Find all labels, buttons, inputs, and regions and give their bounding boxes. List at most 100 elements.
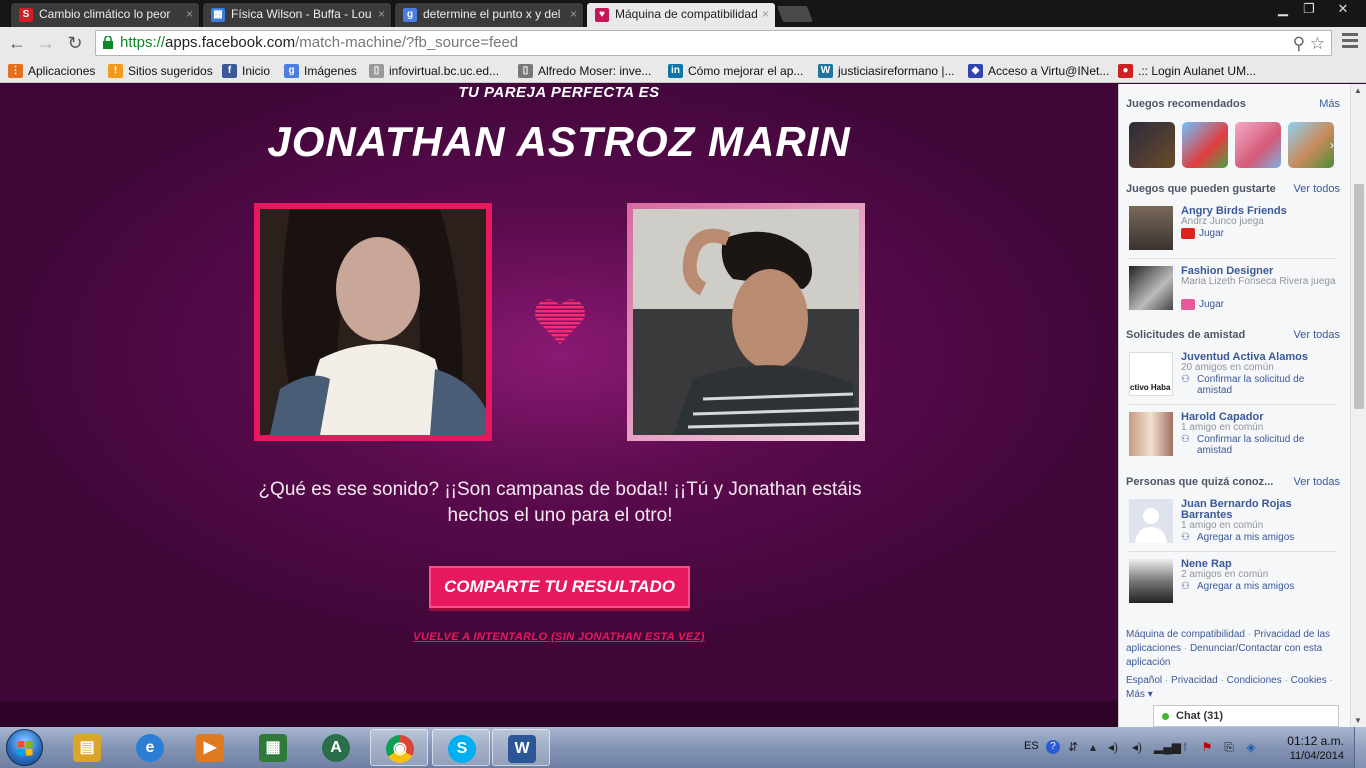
recommended-more-link[interactable]: Más	[1319, 98, 1340, 110]
game-thumb-4[interactable]	[1288, 122, 1334, 168]
taskbar-media-player[interactable]: ▶	[181, 729, 239, 766]
bookmark-alfredo-moser[interactable]: ▯ Alfredo Moser: inve...	[518, 63, 651, 79]
carousel-next-icon[interactable]: ›	[1330, 138, 1334, 152]
page-scrollbar[interactable]: ▲ ▼	[1350, 84, 1366, 727]
list-item[interactable]: Angry Birds Friends Andrz Junco juega Ju…	[1129, 206, 1339, 252]
bookmark-linkedin[interactable]: in Cómo mejorar el ap...	[668, 63, 803, 79]
play-link[interactable]: Jugar	[1181, 299, 1341, 310]
privacy-link[interactable]: Privacidad	[1171, 675, 1218, 686]
facebook-sidebar: Juegos recomendados Más ‹ › Juegos que p…	[1118, 84, 1350, 727]
avatar[interactable]: ctivo Haba	[1129, 352, 1173, 396]
scroll-thumb[interactable]	[1354, 184, 1364, 409]
taskbar-skype[interactable]: S	[432, 729, 490, 766]
taskbar-internet-explorer[interactable]: e	[121, 729, 179, 766]
close-icon[interactable]: ×	[570, 3, 577, 26]
language-indicator[interactable]: ES	[1024, 740, 1039, 752]
share-result-button[interactable]: COMPARTE TU RESULTADO	[429, 566, 690, 608]
taskbar-spreadsheet[interactable]: ▦	[244, 729, 302, 766]
help-icon[interactable]: ?	[1046, 740, 1060, 754]
usb-device-icon[interactable]: ⎘	[1222, 740, 1236, 754]
close-window-button[interactable]: ✕	[1326, 0, 1360, 20]
tray-arrows-icon[interactable]: ⇵	[1066, 740, 1080, 754]
address-bar[interactable]: https://apps.facebook.com/match-machine/…	[95, 30, 1332, 56]
language-link[interactable]: Español	[1126, 675, 1162, 686]
clock-date[interactable]: 11/04/2014	[1290, 750, 1344, 762]
carousel-prev-icon[interactable]: ‹	[1124, 138, 1128, 152]
taskbar-explorer[interactable]: ▤	[58, 729, 116, 766]
confirm-request-link[interactable]: ⚇ Confirmar la solicitud de amistad	[1181, 434, 1341, 456]
bookmark-label: .:: Login Aulanet UM...	[1138, 64, 1257, 78]
restore-button[interactable]: ❐	[1296, 0, 1322, 20]
start-button[interactable]	[6, 729, 43, 766]
bookmark-infovirtual[interactable]: ▯ infovirtual.bc.uc.ed...	[369, 63, 499, 79]
people-more-link[interactable]: Ver todas	[1294, 476, 1340, 488]
chat-bar[interactable]: Chat (31)	[1153, 705, 1339, 727]
bookmark-virtu-inet[interactable]: ◆ Acceso a Virtu@INet...	[968, 63, 1109, 79]
avatar[interactable]	[1129, 266, 1173, 310]
new-tab-button[interactable]	[777, 6, 813, 22]
play-link[interactable]: Jugar	[1181, 228, 1341, 239]
forward-icon[interactable]: →	[35, 32, 57, 54]
list-item[interactable]: Nene Rap 2 amigos en común ⚇ Agregar a m…	[1129, 559, 1339, 605]
retry-link[interactable]: VUELVE A INTENTARLO (SIN JONATHAN ESTA V…	[0, 631, 1118, 643]
terms-link[interactable]: Condiciones	[1227, 675, 1282, 686]
reload-icon[interactable]: ↻	[64, 32, 86, 54]
volume-icon[interactable]: ◂)	[1130, 740, 1144, 754]
cookies-link[interactable]: Cookies	[1291, 675, 1327, 686]
show-hidden-icons-icon[interactable]: ▴	[1086, 740, 1100, 754]
network-signal-icon[interactable]: ▂▄▆	[1154, 740, 1181, 754]
star-bookmark-icon[interactable]: ☆	[1310, 34, 1325, 53]
bookmark-imagenes[interactable]: g Imágenes	[284, 63, 357, 79]
list-item[interactable]: ctivo Haba Juventud Activa Alamos 20 ami…	[1129, 352, 1339, 398]
add-friend-link[interactable]: ⚇ Agregar a mis amigos	[1181, 581, 1341, 592]
avatar-text: ctivo Haba	[1130, 383, 1171, 392]
action-center-flag-icon[interactable]: ⚑	[1200, 740, 1214, 754]
bookmark-justicia[interactable]: Wjusticiasireformano |...	[818, 63, 955, 79]
close-icon[interactable]: ×	[378, 3, 385, 26]
avatar[interactable]	[1129, 206, 1173, 250]
more-link[interactable]: Más	[1126, 689, 1145, 700]
browser-tab-3[interactable]: g determine el punto x y del ×	[394, 2, 584, 27]
media-player-icon: ▶	[196, 734, 224, 762]
chrome-menu-icon[interactable]	[1342, 33, 1358, 51]
confirm-request-link[interactable]: ⚇ Confirmar la solicitud de amistad	[1181, 374, 1341, 396]
taskbar-word[interactable]: W	[492, 729, 550, 766]
bookmark-inicio[interactable]: f Inicio	[222, 63, 270, 79]
taskbar-atlas[interactable]: A	[307, 729, 365, 766]
person-name[interactable]: Juan Bernardo Rojas Barrantes	[1181, 499, 1341, 521]
dropbox-icon[interactable]: ◈	[1244, 740, 1258, 754]
list-item[interactable]: Juan Bernardo Rojas Barrantes 1 amigo en…	[1129, 499, 1339, 545]
bookmark-aulanet[interactable]: ● .:: Login Aulanet UM...	[1118, 63, 1256, 79]
game-thumb-2[interactable]	[1182, 122, 1228, 168]
list-item[interactable]: Fashion Designer Maria Lizeth Fonseca Ri…	[1129, 266, 1339, 312]
bookmark-apps[interactable]: ⋮ Aplicaciones	[8, 63, 95, 79]
browser-tab-1[interactable]: S Cambio climático lo peor ×	[10, 2, 200, 27]
speaker-muted-icon[interactable]: ◂)	[1106, 740, 1120, 754]
facebook-tray-icon[interactable]: f	[1178, 740, 1192, 754]
chevron-down-icon[interactable]: ▾	[1148, 689, 1153, 700]
scroll-down-icon[interactable]: ▼	[1354, 716, 1362, 725]
browser-tab-active[interactable]: ♥ Máquina de compatibilidad ×	[586, 2, 776, 27]
avatar[interactable]	[1129, 559, 1173, 603]
avatar[interactable]	[1129, 412, 1173, 456]
browser-tab-2[interactable]: ▦ Física Wilson - Buffa - Lou ×	[202, 2, 392, 27]
add-friend-link[interactable]: ⚇ Agregar a mis amigos	[1181, 532, 1341, 543]
taskbar-chrome[interactable]: ◉	[370, 729, 428, 766]
scroll-up-icon[interactable]: ▲	[1354, 86, 1362, 95]
avatar[interactable]	[1129, 499, 1173, 543]
zoom-icon[interactable]: ⚲	[1293, 34, 1305, 53]
close-icon[interactable]: ×	[762, 3, 769, 26]
bookmark-suggested[interactable]: ! Sitios sugeridos	[108, 63, 213, 79]
friend-requests-more-link[interactable]: Ver todas	[1294, 329, 1340, 341]
app-link[interactable]: Máquina de compatibilidad	[1126, 629, 1245, 640]
back-icon[interactable]: ←	[6, 32, 28, 54]
list-item[interactable]: Harold Capador 1 amigo en común ⚇ Confir…	[1129, 412, 1339, 458]
bookmark-label: Alfredo Moser: inve...	[538, 64, 652, 78]
game-thumb-3[interactable]	[1235, 122, 1281, 168]
close-icon[interactable]: ×	[186, 3, 193, 26]
clock-time[interactable]: 01:12 a.m.	[1287, 734, 1344, 748]
games-liked-more-link[interactable]: Ver todos	[1294, 183, 1340, 195]
minimize-button[interactable]: ▁	[1270, 0, 1296, 20]
show-desktop-button[interactable]	[1354, 727, 1366, 768]
game-thumb-1[interactable]	[1129, 122, 1175, 168]
